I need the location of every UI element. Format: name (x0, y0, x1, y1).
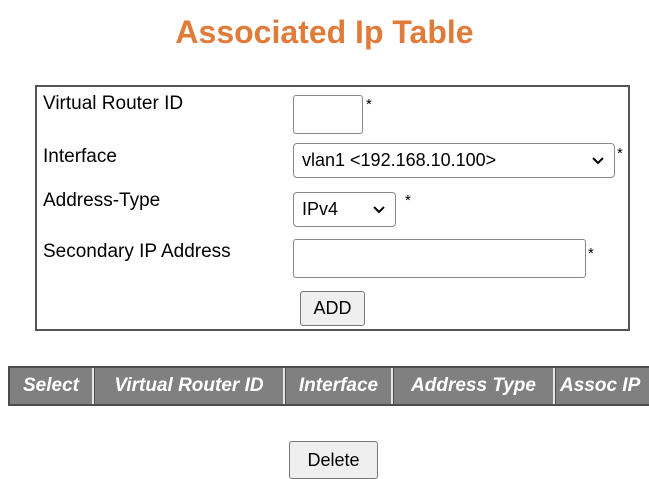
page: Associated Ip Table Virtual Router ID * … (0, 0, 649, 479)
address-type-label: Address-Type (43, 190, 161, 211)
column-header-assoc-ip: Assoc IP (555, 368, 649, 404)
add-button[interactable]: ADD (300, 291, 365, 326)
interface-required-mark: * (617, 145, 623, 162)
column-header-address-type: Address Type (393, 368, 555, 404)
interface-label: Interface (43, 146, 117, 167)
vrid-required-mark: * (366, 96, 372, 113)
vrid-input[interactable] (293, 95, 363, 134)
interface-selected-value: vlan1 <192.168.10.100> (302, 150, 497, 170)
chevron-down-icon (373, 205, 385, 213)
address-type-required-mark: * (405, 192, 411, 209)
assoc-ip-table-header: Select Virtual Router ID Interface Addre… (8, 366, 649, 406)
delete-button[interactable]: Delete (289, 441, 378, 479)
page-title: Associated Ip Table (175, 14, 474, 50)
address-type-selected-value: IPv4 (302, 199, 339, 219)
assoc-ip-form: Virtual Router ID * Interface vlan1 <192… (35, 85, 630, 331)
interface-select[interactable]: vlan1 <192.168.10.100> (293, 143, 615, 178)
vrid-label: Virtual Router ID (43, 93, 184, 114)
column-header-interface: Interface (285, 368, 393, 404)
column-header-select: Select (10, 368, 94, 404)
secondary-ip-label: Secondary IP Address (43, 241, 231, 262)
column-header-virtual-router-id: Virtual Router ID (94, 368, 285, 404)
secondary-ip-input[interactable] (293, 239, 586, 278)
secondary-ip-required-mark: * (588, 245, 594, 262)
address-type-select[interactable]: IPv4 (293, 192, 396, 227)
chevron-down-icon (592, 156, 604, 164)
